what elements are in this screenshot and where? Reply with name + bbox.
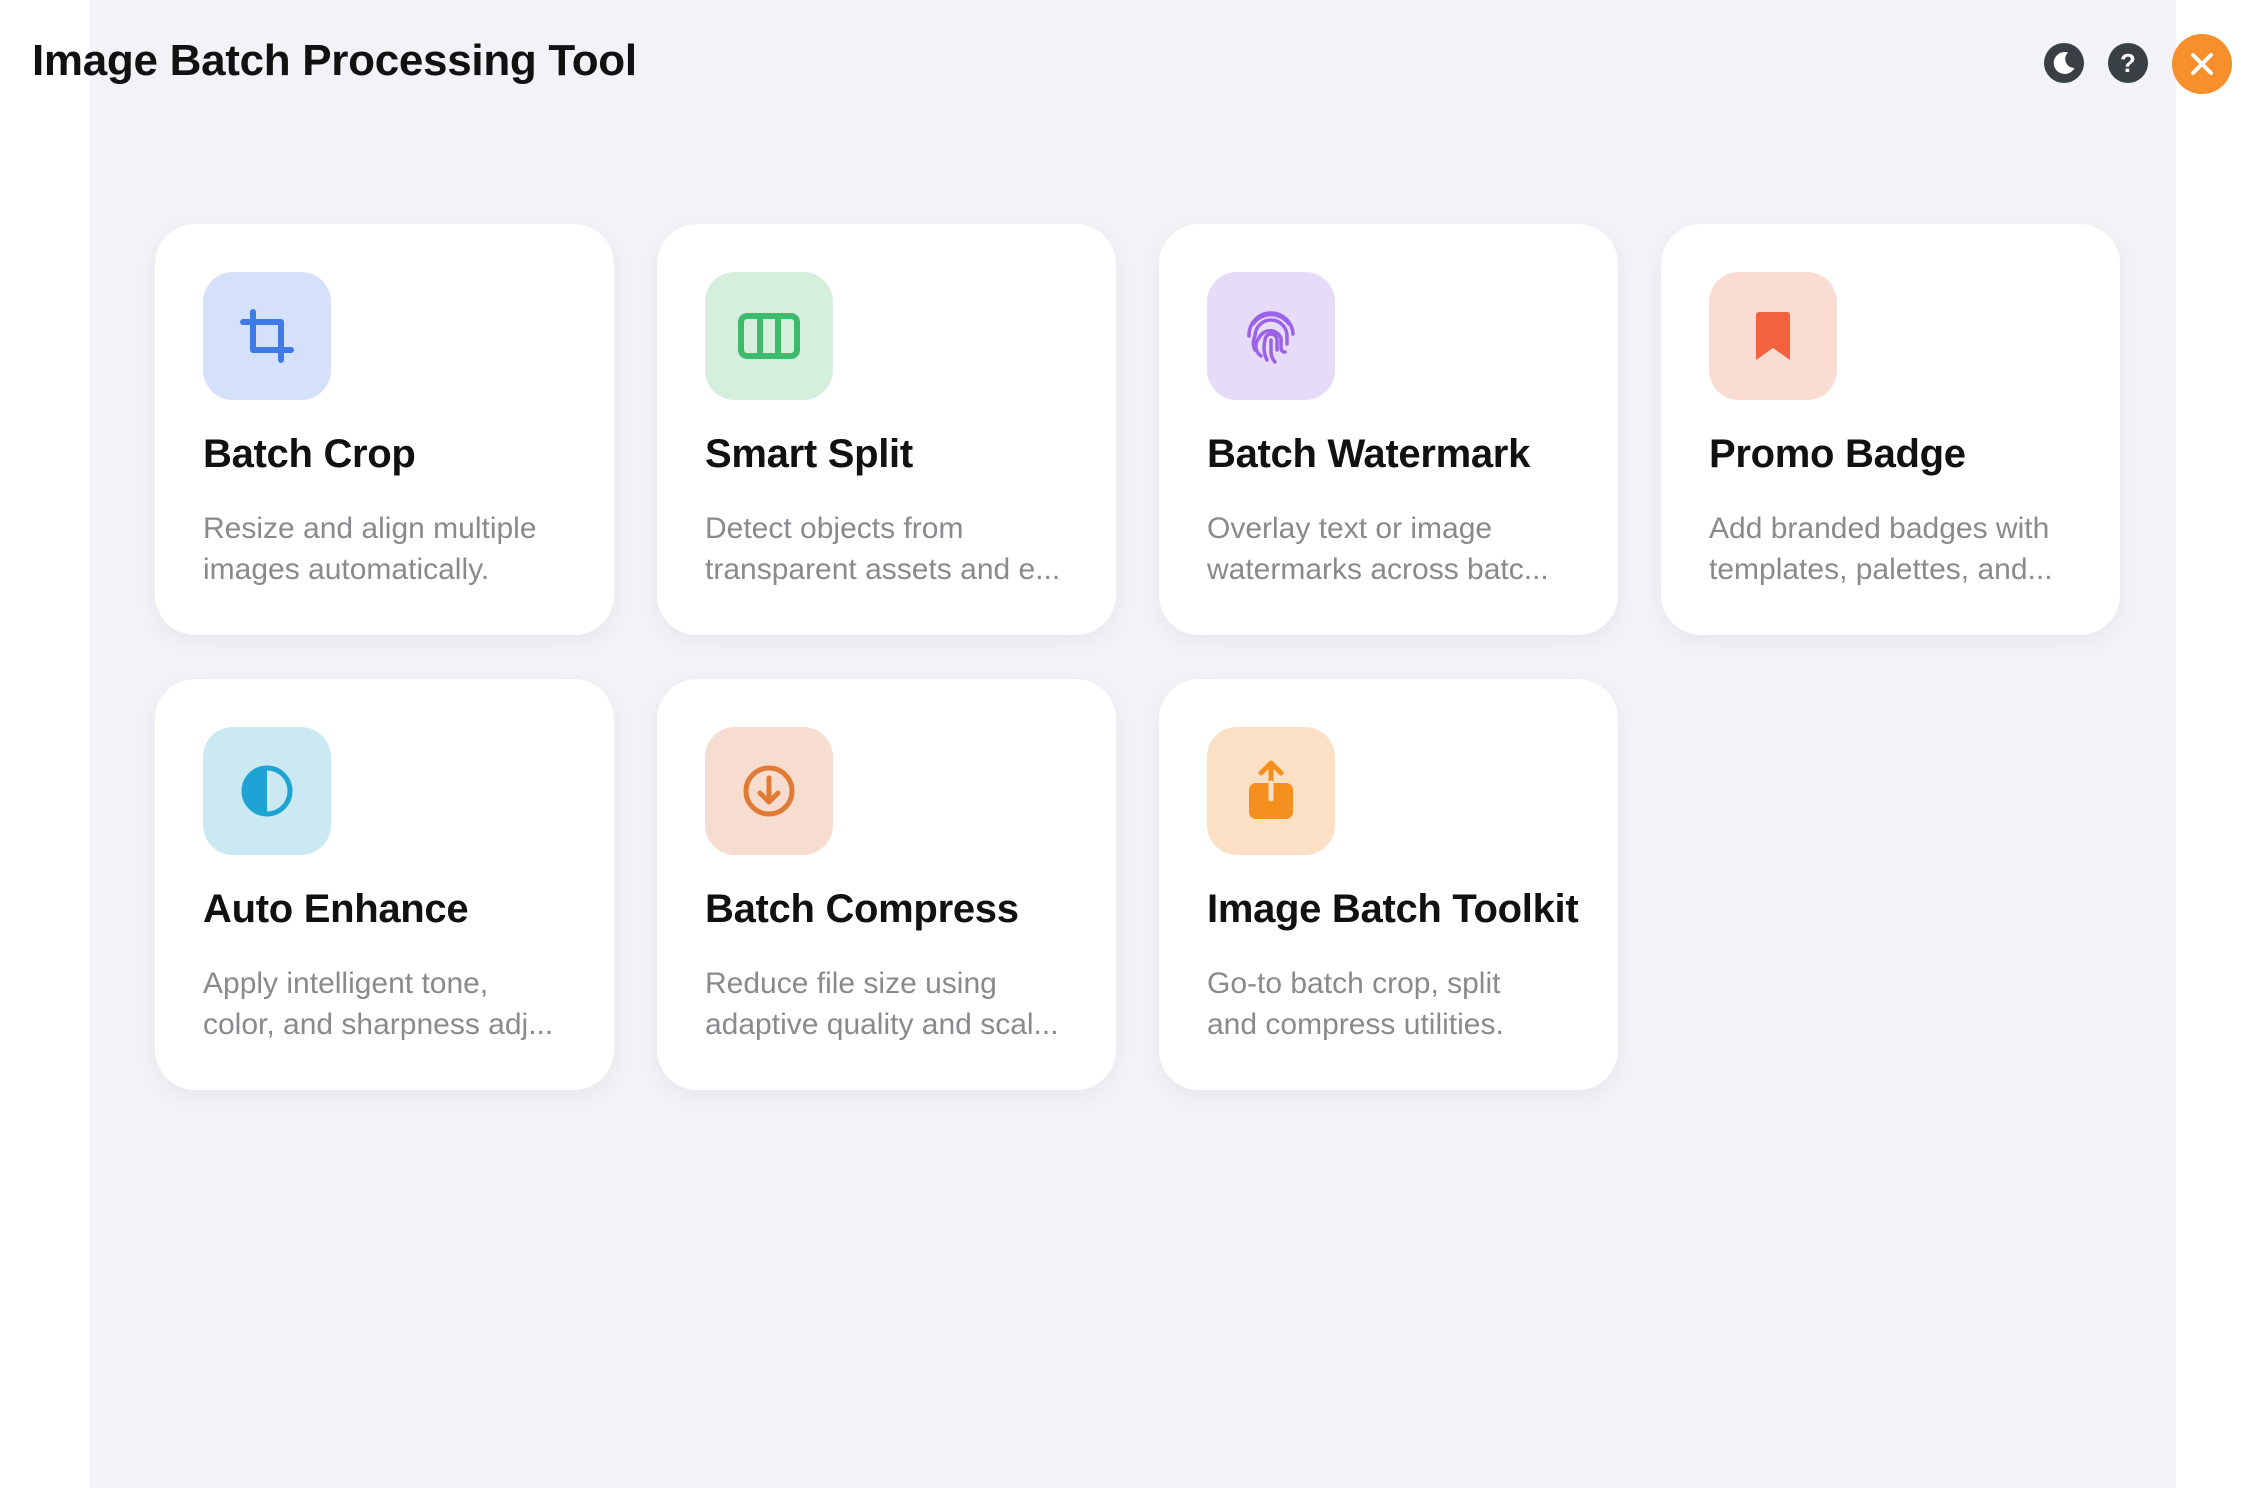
tool-description: Detect objects from transparent assets a… xyxy=(705,508,1085,590)
tool-description-line: and compress utilities. xyxy=(1207,1008,1504,1041)
tool-title: Promo Badge xyxy=(1709,432,1966,476)
tool-card-batch-compress[interactable]: Batch Compress Reduce file size using ad… xyxy=(657,679,1116,1090)
tool-description-line: Detect objects from xyxy=(705,512,964,545)
tool-description-line: Go-to batch crop, split xyxy=(1207,967,1501,1000)
tool-title: Smart Split xyxy=(705,432,913,476)
tool-description: Resize and align multiple images automat… xyxy=(203,508,583,590)
tool-card-image-batch-toolkit[interactable]: Image Batch Toolkit Go-to batch crop, sp… xyxy=(1159,679,1618,1090)
help-button[interactable]: ? xyxy=(2108,43,2148,83)
tool-card-auto-enhance[interactable]: Auto Enhance Apply intelligent tone, col… xyxy=(155,679,614,1090)
tool-icon-tile xyxy=(203,727,331,855)
tool-description: Add branded badges with templates, palet… xyxy=(1709,508,2089,590)
tool-description-line: Resize and align multiple xyxy=(203,512,537,545)
moon-icon xyxy=(2053,51,2075,74)
tool-description: Reduce file size using adaptive quality … xyxy=(705,963,1085,1045)
tool-title: Batch Compress xyxy=(705,887,1019,931)
tool-description-line: Add branded badges with xyxy=(1709,512,2050,545)
bookmark-icon xyxy=(1756,312,1790,360)
tool-card-smart-split[interactable]: Smart Split Detect objects from transpar… xyxy=(657,224,1116,635)
tool-title: Image Batch Toolkit xyxy=(1207,887,1579,931)
tool-icon-tile xyxy=(705,727,833,855)
help-icon: ? xyxy=(2120,47,2136,78)
tool-description-line: watermarks across batc... xyxy=(1207,553,1549,586)
split-columns-icon xyxy=(738,313,800,359)
close-button[interactable] xyxy=(2172,34,2232,94)
tool-icon-tile xyxy=(705,272,833,400)
tool-description-line: Overlay text or image xyxy=(1207,512,1493,545)
fingerprint-icon xyxy=(1247,311,1295,364)
tool-description-line: color, and sharpness adj... xyxy=(203,1008,554,1041)
tool-description-line: transparent assets and e... xyxy=(705,553,1061,586)
half-circle-icon xyxy=(241,765,293,817)
tool-card-promo-badge[interactable]: Promo Badge Add branded badges with temp… xyxy=(1661,224,2120,635)
close-icon xyxy=(2191,53,2213,75)
tool-description-line: Reduce file size using xyxy=(705,967,997,1000)
share-box-icon xyxy=(1249,760,1293,819)
tool-description-line: adaptive quality and scal... xyxy=(705,1008,1059,1041)
tool-title: Batch Watermark xyxy=(1207,432,1531,476)
tool-card-batch-crop[interactable]: Batch Crop Resize and align multiple ima… xyxy=(155,224,614,635)
top-actions: ? xyxy=(0,34,2266,94)
tool-title: Auto Enhance xyxy=(203,887,469,931)
tool-description-line: images automatically. xyxy=(203,553,490,586)
tool-icon-tile xyxy=(1709,272,1837,400)
tool-icon-tile xyxy=(203,272,331,400)
tool-description: Apply intelligent tone, color, and sharp… xyxy=(203,963,583,1045)
tool-description-line: Apply intelligent tone, xyxy=(203,967,489,1000)
tool-title: Batch Crop xyxy=(203,432,416,476)
tool-description: Overlay text or image watermarks across … xyxy=(1207,508,1587,590)
tool-icon-tile xyxy=(1207,272,1335,400)
tool-description: Go-to batch crop, split and compress uti… xyxy=(1207,963,1587,1045)
tool-icon-tile xyxy=(1207,727,1335,855)
crop-icon xyxy=(240,309,294,363)
theme-toggle-button[interactable] xyxy=(2044,43,2084,83)
tool-description-line: templates, palettes, and... xyxy=(1709,553,2053,586)
tool-card-batch-watermark[interactable]: Batch Watermark Overlay text or image wa… xyxy=(1159,224,1618,635)
download-circle-icon xyxy=(743,765,795,817)
